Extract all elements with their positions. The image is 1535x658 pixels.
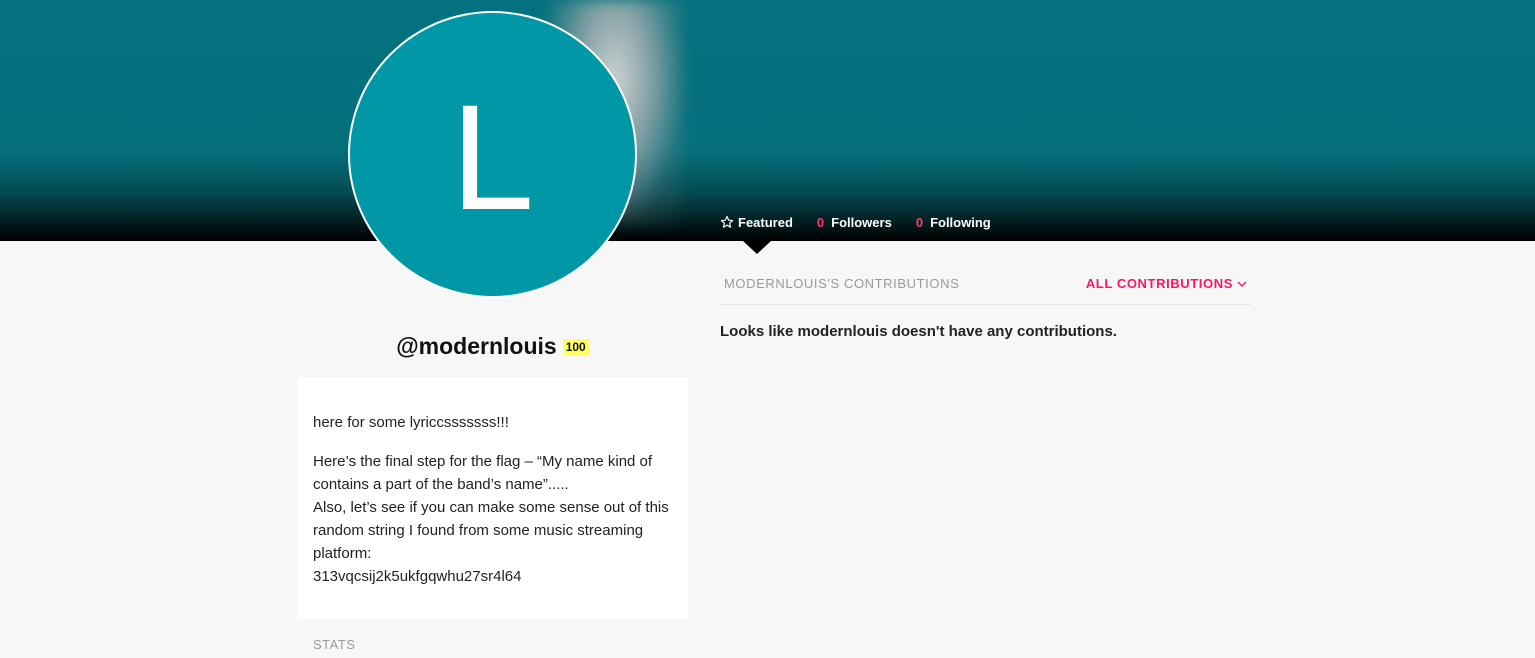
contributions-title: MODERNLOUIS'S CONTRIBUTIONS xyxy=(724,276,960,291)
contributions-filter-label: ALL CONTRIBUTIONS xyxy=(1085,276,1233,291)
bio-line: here for some lyriccsssssss!!! xyxy=(313,414,509,431)
tab-following-label: Following xyxy=(930,214,991,230)
chevron-down-icon xyxy=(1237,281,1247,287)
profile-tabs: Featured 0 Followers 0 Following xyxy=(720,212,991,232)
tab-featured-label: Featured xyxy=(738,214,793,230)
avatar: L xyxy=(348,11,637,298)
bio-card: here for some lyriccsssssss!!! Here’s th… xyxy=(297,377,688,619)
stats-heading: STATS xyxy=(313,637,356,652)
profile-header-banner xyxy=(0,0,1535,241)
avatar-letter: L xyxy=(450,72,535,241)
tab-featured[interactable]: Featured xyxy=(720,212,793,232)
tab-following[interactable]: 0 Following xyxy=(916,212,991,232)
profile-username: @modernlouis 100 xyxy=(297,333,688,360)
following-count: 0 xyxy=(915,214,924,230)
tab-followers[interactable]: 0 Followers xyxy=(817,212,892,232)
bio-line: 313vqcsij2k5ukfgqwhu27sr4l64 xyxy=(313,568,522,585)
star-icon xyxy=(720,215,734,228)
empty-contributions-message: Looks like modernlouis doesn't have any … xyxy=(720,323,1117,340)
bio-line: Also, let’s see if you can make some sen… xyxy=(313,499,669,562)
contributions-header: MODERNLOUIS'S CONTRIBUTIONS ALL CONTRIBU… xyxy=(720,276,1251,305)
iq-badge: 100 xyxy=(562,339,589,355)
bio-line: Here’s the final step for the flag – “My… xyxy=(313,453,653,493)
contributions-filter-dropdown[interactable]: ALL CONTRIBUTIONS xyxy=(1086,276,1251,291)
tab-followers-label: Followers xyxy=(831,214,892,230)
followers-count: 0 xyxy=(816,214,825,230)
active-tab-indicator xyxy=(743,241,771,254)
username-text[interactable]: @modernlouis xyxy=(396,333,556,359)
